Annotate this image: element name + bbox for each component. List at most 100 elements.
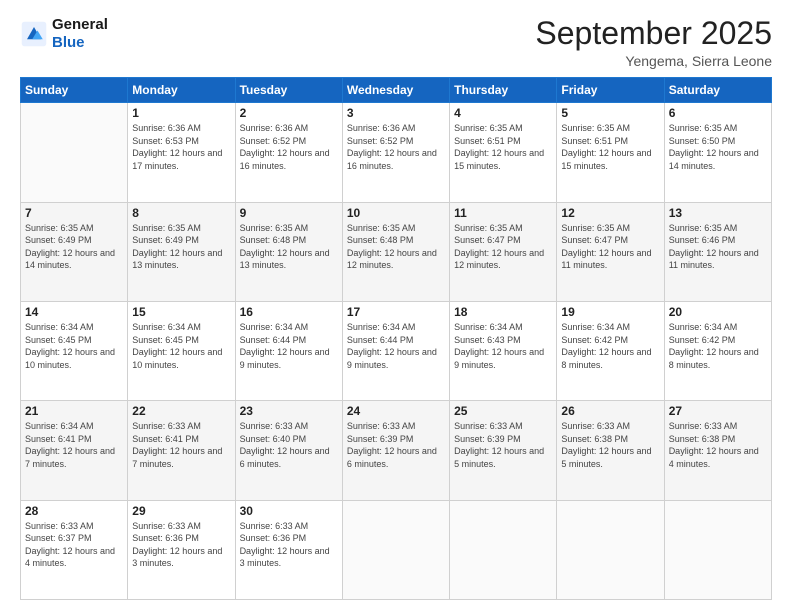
table-row: 10 Sunrise: 6:35 AMSunset: 6:48 PMDayligh… [342, 202, 449, 301]
table-row: 28 Sunrise: 6:33 AMSunset: 6:37 PMDayligh… [21, 500, 128, 599]
header: General Blue September 2025 Yengema, Sie… [20, 16, 772, 69]
logo: General Blue [20, 16, 108, 52]
day-number: 30 [240, 504, 338, 518]
table-row: 4 Sunrise: 6:35 AMSunset: 6:51 PMDaylight… [450, 103, 557, 202]
day-number: 9 [240, 206, 338, 220]
table-row: 16 Sunrise: 6:34 AMSunset: 6:44 PMDayligh… [235, 301, 342, 400]
day-number: 1 [132, 106, 230, 120]
day-number: 16 [240, 305, 338, 319]
day-number: 20 [669, 305, 767, 319]
day-info: Sunrise: 6:36 AMSunset: 6:52 PMDaylight:… [347, 122, 445, 172]
day-info: Sunrise: 6:33 AMSunset: 6:38 PMDaylight:… [561, 420, 659, 470]
table-row: 14 Sunrise: 6:34 AMSunset: 6:45 PMDayligh… [21, 301, 128, 400]
header-thursday: Thursday [450, 78, 557, 103]
day-info: Sunrise: 6:34 AMSunset: 6:42 PMDaylight:… [561, 321, 659, 371]
day-info: Sunrise: 6:33 AMSunset: 6:37 PMDaylight:… [25, 520, 123, 570]
day-info: Sunrise: 6:35 AMSunset: 6:51 PMDaylight:… [454, 122, 552, 172]
calendar-header-row: Sunday Monday Tuesday Wednesday Thursday… [21, 78, 772, 103]
table-row: 2 Sunrise: 6:36 AMSunset: 6:52 PMDaylight… [235, 103, 342, 202]
table-row: 1 Sunrise: 6:36 AMSunset: 6:53 PMDaylight… [128, 103, 235, 202]
day-number: 23 [240, 404, 338, 418]
calendar-week-row: 14 Sunrise: 6:34 AMSunset: 6:45 PMDayligh… [21, 301, 772, 400]
header-monday: Monday [128, 78, 235, 103]
logo-general: General [52, 16, 108, 33]
day-number: 17 [347, 305, 445, 319]
day-info: Sunrise: 6:34 AMSunset: 6:43 PMDaylight:… [454, 321, 552, 371]
day-number: 26 [561, 404, 659, 418]
day-number: 29 [132, 504, 230, 518]
table-row: 20 Sunrise: 6:34 AMSunset: 6:42 PMDayligh… [664, 301, 771, 400]
day-number: 28 [25, 504, 123, 518]
day-number: 15 [132, 305, 230, 319]
day-info: Sunrise: 6:34 AMSunset: 6:45 PMDaylight:… [132, 321, 230, 371]
day-number: 18 [454, 305, 552, 319]
table-row: 26 Sunrise: 6:33 AMSunset: 6:38 PMDayligh… [557, 401, 664, 500]
day-info: Sunrise: 6:35 AMSunset: 6:47 PMDaylight:… [561, 222, 659, 272]
header-saturday: Saturday [664, 78, 771, 103]
calendar-week-row: 28 Sunrise: 6:33 AMSunset: 6:37 PMDayligh… [21, 500, 772, 599]
day-info: Sunrise: 6:34 AMSunset: 6:45 PMDaylight:… [25, 321, 123, 371]
day-number: 3 [347, 106, 445, 120]
table-row: 25 Sunrise: 6:33 AMSunset: 6:39 PMDayligh… [450, 401, 557, 500]
header-wednesday: Wednesday [342, 78, 449, 103]
day-number: 12 [561, 206, 659, 220]
day-info: Sunrise: 6:35 AMSunset: 6:48 PMDaylight:… [347, 222, 445, 272]
header-tuesday: Tuesday [235, 78, 342, 103]
day-number: 10 [347, 206, 445, 220]
day-number: 4 [454, 106, 552, 120]
day-info: Sunrise: 6:35 AMSunset: 6:51 PMDaylight:… [561, 122, 659, 172]
day-info: Sunrise: 6:33 AMSunset: 6:41 PMDaylight:… [132, 420, 230, 470]
day-number: 25 [454, 404, 552, 418]
page: General Blue September 2025 Yengema, Sie… [0, 0, 792, 612]
calendar-week-row: 1 Sunrise: 6:36 AMSunset: 6:53 PMDaylight… [21, 103, 772, 202]
logo-blue: Blue [52, 34, 85, 51]
day-info: Sunrise: 6:35 AMSunset: 6:49 PMDaylight:… [132, 222, 230, 272]
day-info: Sunrise: 6:33 AMSunset: 6:39 PMDaylight:… [454, 420, 552, 470]
table-row: 11Sunrise: 6:35 AMSunset: 6:47 PMDayligh… [450, 202, 557, 301]
day-info: Sunrise: 6:33 AMSunset: 6:40 PMDaylight:… [240, 420, 338, 470]
calendar-week-row: 7Sunrise: 6:35 AMSunset: 6:49 PMDaylight… [21, 202, 772, 301]
calendar-table: Sunday Monday Tuesday Wednesday Thursday… [20, 77, 772, 600]
table-row: 23 Sunrise: 6:33 AMSunset: 6:40 PMDayligh… [235, 401, 342, 500]
day-info: Sunrise: 6:35 AMSunset: 6:48 PMDaylight:… [240, 222, 338, 272]
table-row: 7Sunrise: 6:35 AMSunset: 6:49 PMDaylight… [21, 202, 128, 301]
table-row: 15 Sunrise: 6:34 AMSunset: 6:45 PMDayligh… [128, 301, 235, 400]
table-row: 18 Sunrise: 6:34 AMSunset: 6:43 PMDayligh… [450, 301, 557, 400]
table-row: 6Sunrise: 6:35 AMSunset: 6:50 PMDaylight… [664, 103, 771, 202]
table-row [21, 103, 128, 202]
day-number: 2 [240, 106, 338, 120]
table-row: 22 Sunrise: 6:33 AMSunset: 6:41 PMDayligh… [128, 401, 235, 500]
table-row: 17 Sunrise: 6:34 AMSunset: 6:44 PMDayligh… [342, 301, 449, 400]
header-sunday: Sunday [21, 78, 128, 103]
table-row: 27 Sunrise: 6:33 AMSunset: 6:38 PMDayligh… [664, 401, 771, 500]
logo-icon [20, 20, 48, 48]
day-number: 8 [132, 206, 230, 220]
day-number: 5 [561, 106, 659, 120]
day-info: Sunrise: 6:33 AMSunset: 6:38 PMDaylight:… [669, 420, 767, 470]
day-number: 21 [25, 404, 123, 418]
day-info: Sunrise: 6:36 AMSunset: 6:53 PMDaylight:… [132, 122, 230, 172]
day-info: Sunrise: 6:34 AMSunset: 6:42 PMDaylight:… [669, 321, 767, 371]
day-number: 14 [25, 305, 123, 319]
table-row: 8 Sunrise: 6:35 AMSunset: 6:49 PMDaylight… [128, 202, 235, 301]
table-row: 24Sunrise: 6:33 AMSunset: 6:39 PMDayligh… [342, 401, 449, 500]
location: Yengema, Sierra Leone [535, 53, 772, 69]
day-info: Sunrise: 6:33 AMSunset: 6:36 PMDaylight:… [240, 520, 338, 570]
day-number: 11 [454, 206, 552, 220]
day-number: 22 [132, 404, 230, 418]
logo-text: General Blue [52, 16, 108, 52]
day-info: Sunrise: 6:34 AMSunset: 6:41 PMDaylight:… [25, 420, 123, 470]
table-row: 3 Sunrise: 6:36 AMSunset: 6:52 PMDaylight… [342, 103, 449, 202]
calendar-week-row: 21 Sunrise: 6:34 AMSunset: 6:41 PMDayligh… [21, 401, 772, 500]
day-info: Sunrise: 6:34 AMSunset: 6:44 PMDaylight:… [240, 321, 338, 371]
day-number: 27 [669, 404, 767, 418]
month-title: September 2025 [535, 16, 772, 51]
day-info: Sunrise: 6:36 AMSunset: 6:52 PMDaylight:… [240, 122, 338, 172]
day-info: Sunrise: 6:35 AMSunset: 6:46 PMDaylight:… [669, 222, 767, 272]
table-row: 5 Sunrise: 6:35 AMSunset: 6:51 PMDaylight… [557, 103, 664, 202]
day-info: Sunrise: 6:35 AMSunset: 6:50 PMDaylight:… [669, 122, 767, 172]
day-number: 13 [669, 206, 767, 220]
day-number: 19 [561, 305, 659, 319]
day-info: Sunrise: 6:35 AMSunset: 6:49 PMDaylight:… [25, 222, 123, 272]
day-info: Sunrise: 6:34 AMSunset: 6:44 PMDaylight:… [347, 321, 445, 371]
